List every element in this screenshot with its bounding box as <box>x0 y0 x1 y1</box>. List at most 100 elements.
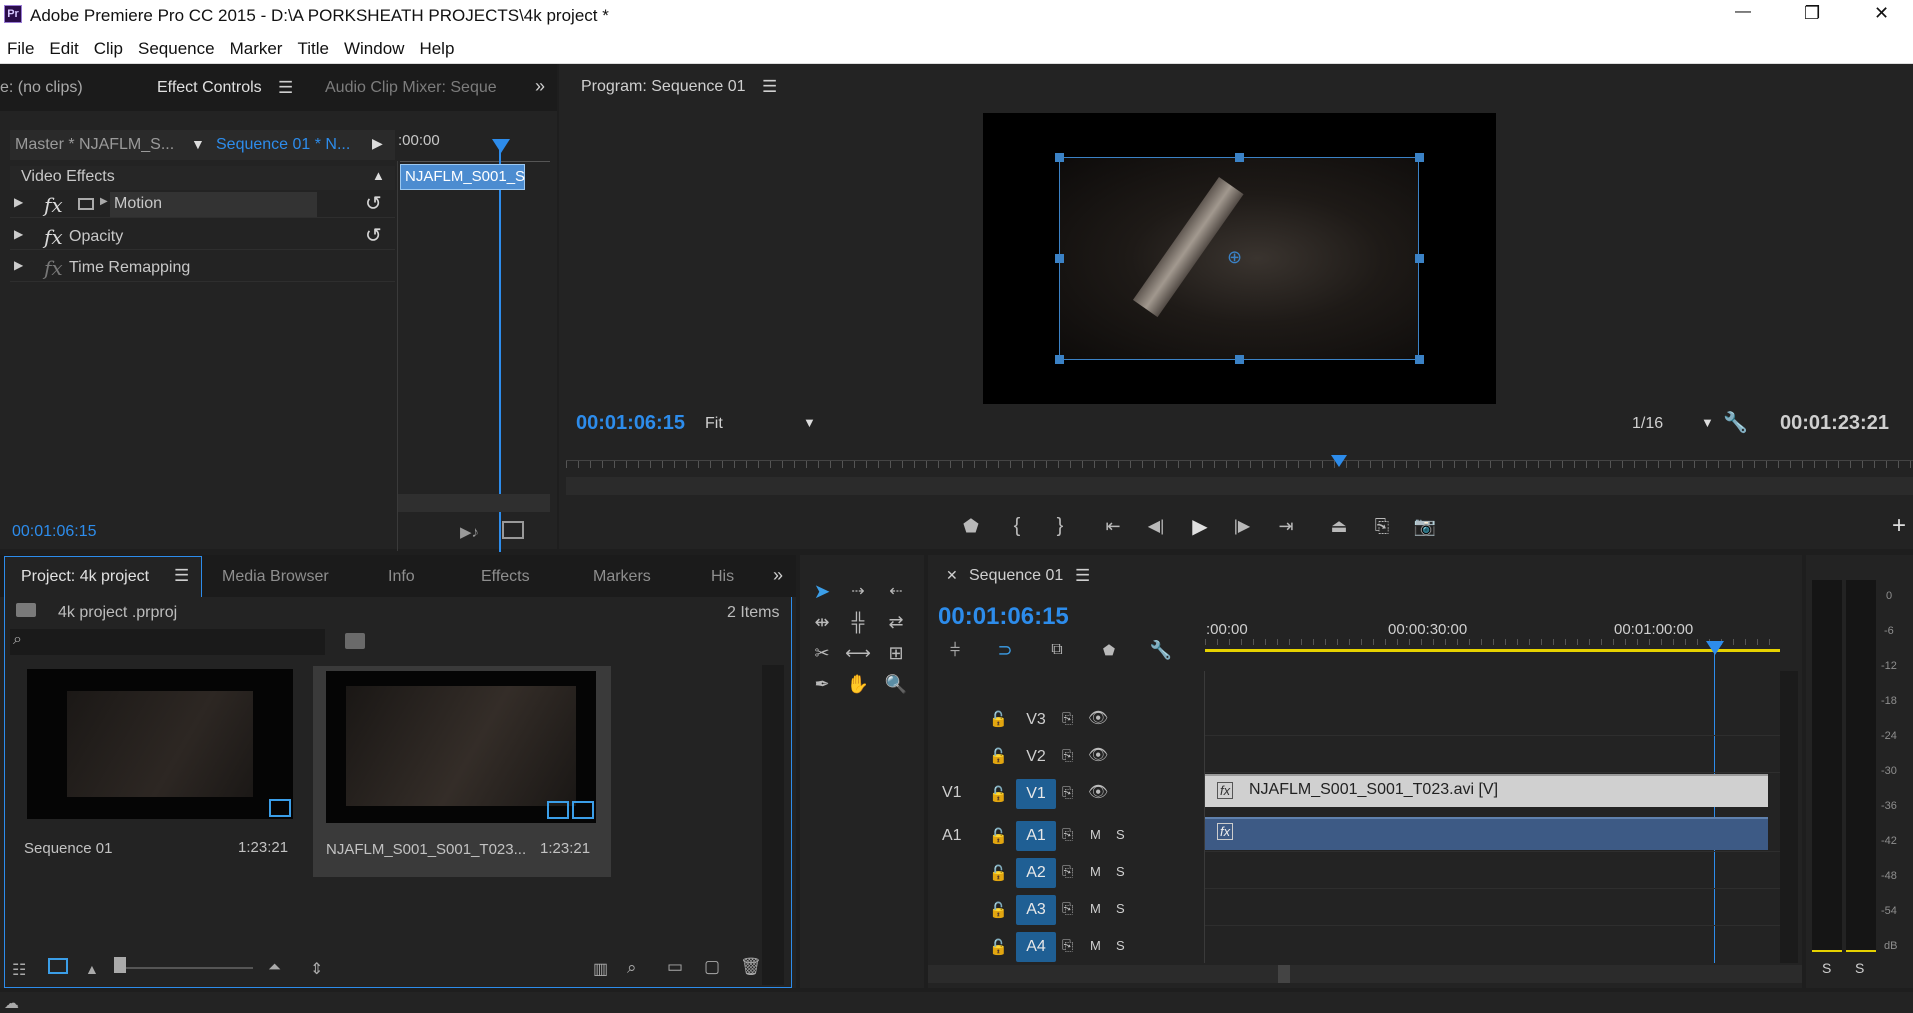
linked-selection-icon[interactable]: ⧉ <box>1044 637 1070 663</box>
lock-v2-icon[interactable]: 🔓 <box>989 747 1008 765</box>
program-ruler[interactable] <box>566 460 1913 468</box>
master-clip-label[interactable]: Master * NJAFLM_S... <box>15 136 174 154</box>
mark-in-icon[interactable]: { <box>1002 511 1032 541</box>
clear-trash-icon[interactable]: 🗑 <box>740 957 762 977</box>
tab-markers[interactable]: Markers <box>593 568 651 586</box>
program-playhead[interactable] <box>1331 455 1347 467</box>
find-icon[interactable]: ⌕ <box>627 958 637 978</box>
sync-lock-a4-icon[interactable]: ⎘ <box>1062 937 1073 954</box>
timeline-hscroll[interactable] <box>928 965 1802 983</box>
track-a2-label[interactable]: A2 <box>1016 858 1056 888</box>
creative-cloud-icon[interactable]: ☁ <box>4 994 19 1012</box>
mute-a2[interactable]: M <box>1090 864 1101 879</box>
timeline-ruler-ticks[interactable] <box>1205 639 1780 645</box>
sync-lock-v2-icon[interactable]: ⎘ <box>1062 747 1073 764</box>
tab-history[interactable]: His <box>711 568 734 586</box>
close-sequence-icon[interactable]: ✕ <box>946 567 958 584</box>
sequence-tab[interactable]: Sequence 01 <box>969 567 1063 585</box>
close-button[interactable]: ✕ <box>1874 3 1889 24</box>
transform-handle[interactable] <box>1415 355 1424 364</box>
transform-handle[interactable] <box>1055 153 1064 162</box>
sync-lock-a2-icon[interactable]: ⎘ <box>1062 863 1073 880</box>
time-remap-expand-icon[interactable]: ▶ <box>14 258 23 272</box>
add-marker-icon[interactable]: ⬟ <box>956 511 986 541</box>
program-current-timecode[interactable]: 00:01:06:15 <box>576 412 685 435</box>
master-dropdown-icon[interactable]: ▼ <box>191 136 205 152</box>
sort-icon[interactable]: ⇕ <box>310 959 323 979</box>
menu-clip[interactable]: Clip <box>94 39 123 59</box>
sequence-clip-label[interactable]: Sequence 01 * N... <box>216 136 350 154</box>
menu-edit[interactable]: Edit <box>49 39 78 59</box>
export-frame-icon[interactable] <box>502 521 524 539</box>
lock-a4-icon[interactable]: 🔓 <box>989 938 1008 956</box>
menu-file[interactable]: File <box>7 39 34 59</box>
automate-to-sequence-icon[interactable]: ▥ <box>593 959 608 979</box>
razor-tool-icon[interactable]: ✂ <box>808 639 836 667</box>
reset-opacity-icon[interactable]: ↺ <box>365 223 382 248</box>
project-item-selected[interactable]: NJAFLM_S001_S001_T023... 1:23:21 <box>313 666 611 877</box>
track-a4-label[interactable]: A4 <box>1016 932 1056 962</box>
track-a3-label[interactable]: A3 <box>1016 895 1056 925</box>
restore-button[interactable]: ❐ <box>1804 3 1820 24</box>
audio-clip[interactable]: fx <box>1205 817 1768 850</box>
menu-help[interactable]: Help <box>419 39 454 59</box>
pen-tool-icon[interactable]: ✒ <box>808 670 836 698</box>
sync-lock-a1-icon[interactable]: ⎘ <box>1062 826 1073 843</box>
tab-info[interactable]: Info <box>388 568 415 586</box>
hand-tool-icon[interactable]: ✋ <box>844 670 872 698</box>
track-v2-label[interactable]: V2 <box>1016 742 1056 772</box>
tab-source[interactable]: e: (no clips) <box>0 79 83 97</box>
lock-v1-icon[interactable]: 🔓 <box>989 785 1008 803</box>
step-forward-icon[interactable]: |▶ <box>1227 511 1257 541</box>
extract-icon[interactable]: ⎘ <box>1367 511 1397 541</box>
transform-handle[interactable] <box>1415 254 1424 263</box>
transform-handle[interactable] <box>1235 355 1244 364</box>
work-area-bar[interactable] <box>1205 649 1780 652</box>
toggle-output-v3-icon[interactable]: 👁 <box>1088 708 1108 728</box>
timeline-timecode[interactable]: 00:01:06:15 <box>938 603 1069 631</box>
tab-audio-clip-mixer[interactable]: Audio Clip Mixer: Seque <box>325 79 497 97</box>
ec-scrollbar[interactable] <box>398 494 550 512</box>
minimize-button[interactable]: — <box>1735 3 1751 21</box>
slip-tool-icon[interactable]: ⟷ <box>844 639 872 667</box>
sync-lock-v3-icon[interactable]: ⎘ <box>1062 710 1073 727</box>
reset-motion-icon[interactable]: ↺ <box>365 191 382 216</box>
fit-dropdown-icon[interactable]: ▼ <box>803 415 816 430</box>
program-video-frame[interactable]: ⊕ <box>983 113 1496 404</box>
track-v1-label[interactable]: V1 <box>1016 779 1056 809</box>
ripple-edit-tool-icon[interactable]: ⇹ <box>808 608 836 636</box>
tab-effects[interactable]: Effects <box>481 568 530 586</box>
resolution-select[interactable]: 1/16 <box>1632 415 1663 433</box>
motion-row[interactable]: Motion <box>110 192 317 217</box>
solo-a1[interactable]: S <box>1116 827 1125 842</box>
project-search-input[interactable]: ⌕ <box>10 629 325 655</box>
menu-title[interactable]: Title <box>297 39 329 59</box>
track-v3-label[interactable]: V3 <box>1016 705 1056 735</box>
track-select-tool-icon[interactable]: ⇢ <box>844 577 872 605</box>
timeline-playhead[interactable] <box>1706 641 1724 655</box>
lock-v3-icon[interactable]: 🔓 <box>989 710 1008 728</box>
camera-icon[interactable]: 📷 <box>1410 511 1440 541</box>
ec-clip-bar[interactable]: NJAFLM_S001_S <box>400 164 525 190</box>
button-editor-plus-icon[interactable]: + <box>1884 511 1913 541</box>
new-search-bin-icon[interactable] <box>345 633 365 649</box>
tab-project[interactable]: Project: 4k project <box>21 568 149 586</box>
go-to-in-icon[interactable]: ⇤ <box>1098 511 1128 541</box>
track-a1-label[interactable]: A1 <box>1016 821 1056 851</box>
zoom-slider-track[interactable] <box>116 967 253 969</box>
track-select-back-tool-icon[interactable]: ⇠ <box>882 577 910 605</box>
source-patch-v1[interactable]: V1 <box>942 784 962 802</box>
project-scrollbar[interactable] <box>762 665 784 985</box>
resolution-dropdown-icon[interactable]: ▼ <box>1701 415 1714 430</box>
more-tabs-icon[interactable]: » <box>773 565 783 586</box>
wrench-icon[interactable]: 🔧 <box>1723 410 1748 435</box>
tab-media-browser[interactable]: Media Browser <box>222 568 329 586</box>
menu-marker[interactable]: Marker <box>230 39 283 59</box>
lock-a2-icon[interactable]: 🔓 <box>989 864 1008 882</box>
opacity-expand-icon[interactable]: ▶ <box>14 227 23 241</box>
toggle-output-v1-icon[interactable]: 👁 <box>1088 782 1108 802</box>
solo-a2[interactable]: S <box>1116 864 1125 879</box>
solo-right-button[interactable]: S <box>1855 960 1864 976</box>
mute-a3[interactable]: M <box>1090 901 1101 916</box>
play-icon[interactable]: ▶ <box>1185 511 1215 541</box>
